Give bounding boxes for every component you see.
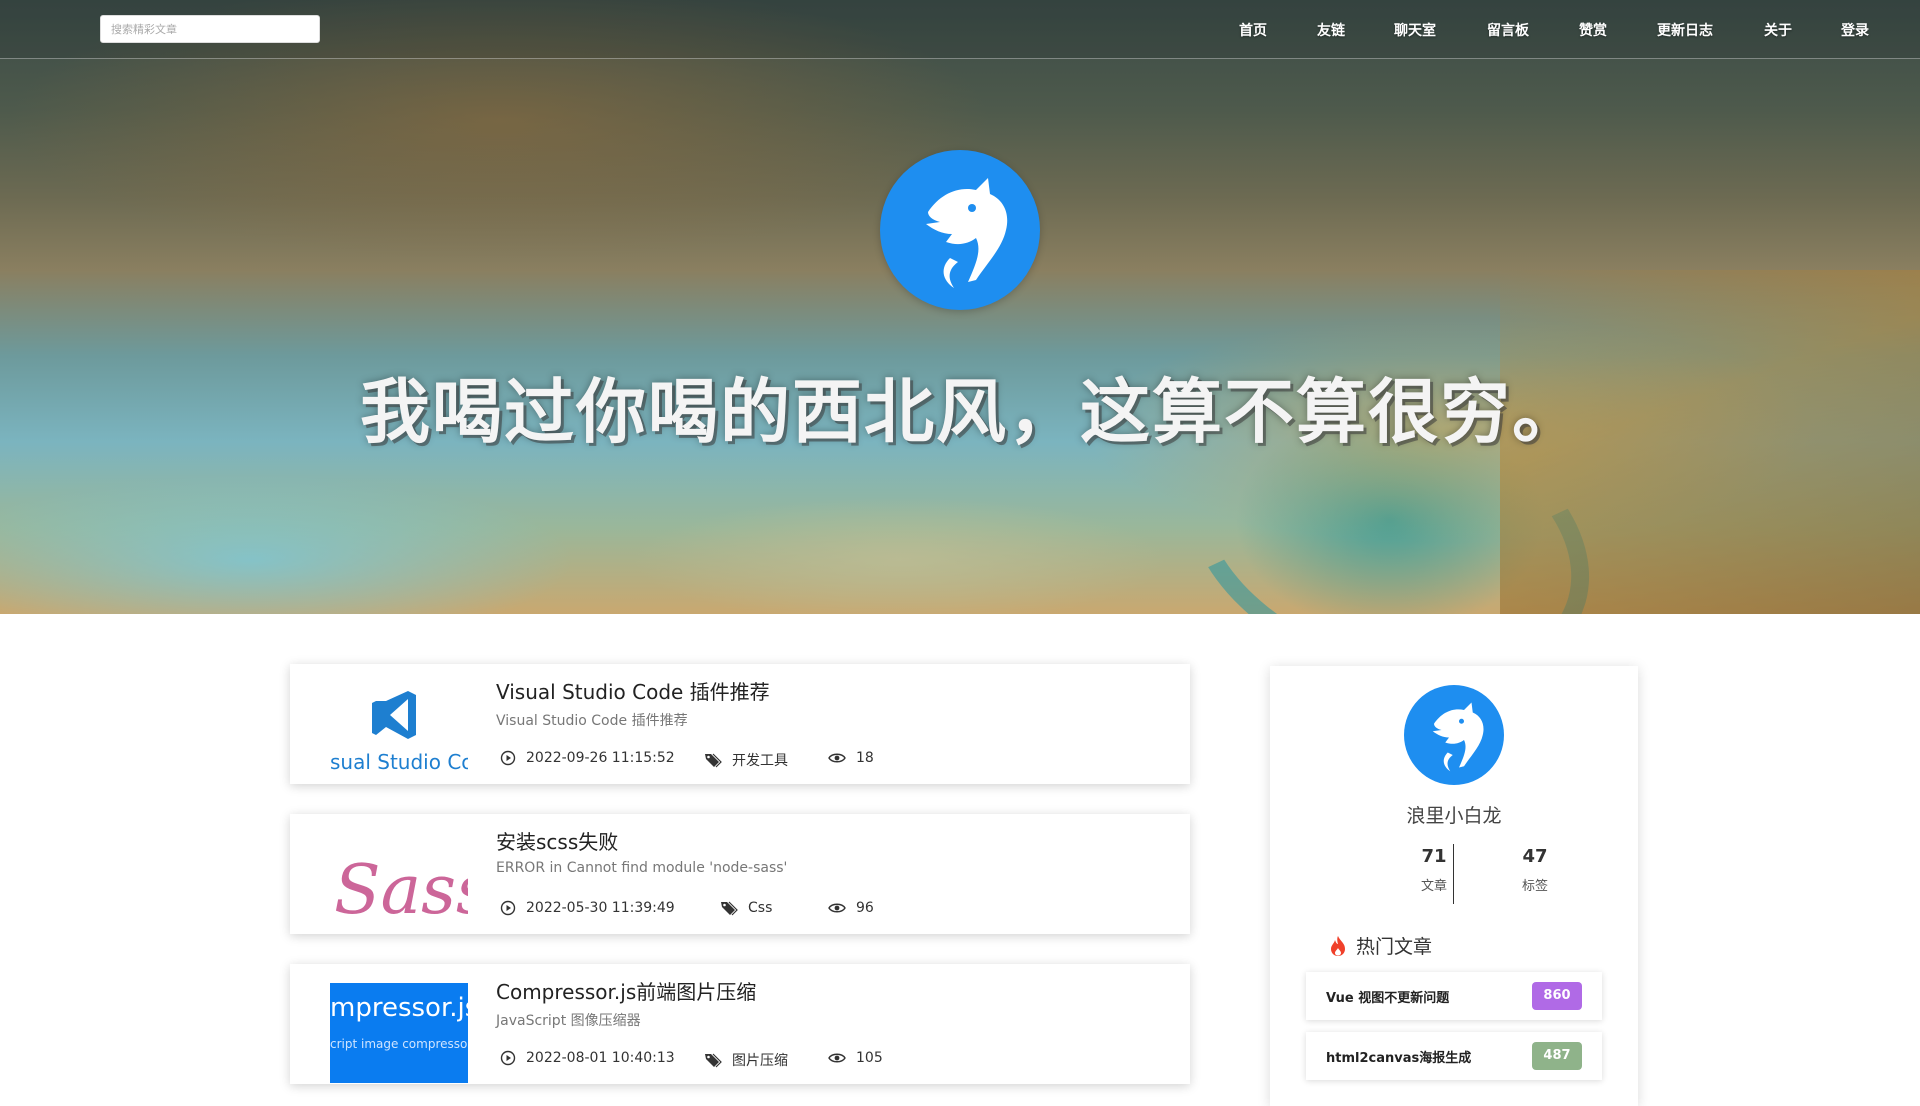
article-tag-text[interactable]: 开发工具 <box>732 750 788 770</box>
eye-icon <box>828 753 846 763</box>
hot-article-label[interactable]: html2canvas海报生成 <box>1326 1047 1471 1066</box>
article-date: 2022-05-30 11:39:49 <box>500 900 675 916</box>
sass-thumb-text: Sass <box>334 851 468 930</box>
article-date-text: 2022-09-26 11:15:52 <box>526 750 675 766</box>
fire-icon <box>1331 935 1345 956</box>
stat-tags-label: 标签 <box>1521 879 1548 894</box>
nav-login[interactable]: 登录 <box>1841 20 1869 40</box>
clock-play-icon <box>500 900 516 916</box>
article-date: 2022-08-01 10:40:13 <box>500 1050 675 1066</box>
article-date: 2022-09-26 11:15:52 <box>500 750 675 766</box>
stat-articles-label: 文章 <box>1420 879 1447 894</box>
article-date-text: 2022-08-01 10:40:13 <box>526 1050 675 1066</box>
nav-friend-links[interactable]: 友链 <box>1317 20 1345 40</box>
hero-slogan: 我喝过你喝的西北风，这算不算很穷。 <box>360 371 1584 453</box>
avatar[interactable] <box>1404 685 1504 785</box>
article-tag[interactable]: 开发工具 <box>704 750 788 770</box>
article-card[interactable]: sual Studio Coc Visual Studio Code 插件推荐 … <box>290 664 1190 784</box>
nav-chatroom[interactable]: 聊天室 <box>1394 20 1436 40</box>
nav-message-board[interactable]: 留言板 <box>1487 20 1529 40</box>
hot-article-item[interactable]: html2canvas海报生成 487 <box>1306 1032 1602 1080</box>
article-title[interactable]: Compressor.js前端图片压缩 <box>496 976 756 1005</box>
hot-article-label[interactable]: Vue 视图不更新问题 <box>1326 987 1449 1006</box>
article-card[interactable]: mpressor.js cript image compressor Compr… <box>290 964 1190 1084</box>
nav-changelog[interactable]: 更新日志 <box>1657 20 1713 40</box>
stat-articles-count: 71 <box>1421 846 1447 867</box>
tag-icon <box>721 901 738 916</box>
vscode-thumb-text: sual Studio Coc <box>330 750 468 774</box>
compressor-thumb-subtitle: cript image compressor <box>330 1037 468 1051</box>
article-title[interactable]: Visual Studio Code 插件推荐 <box>496 676 770 705</box>
article-tag[interactable]: Css <box>720 900 772 916</box>
article-tag[interactable]: 图片压缩 <box>704 1050 788 1070</box>
article-views: 96 <box>828 900 874 916</box>
article-desc: Visual Studio Code 插件推荐 <box>496 713 688 729</box>
article-thumbnail: Sass <box>330 833 468 933</box>
sass-logo-icon: Sass <box>334 851 468 930</box>
tag-icon <box>705 753 722 768</box>
stat-tags[interactable]: 47 标签 <box>1505 846 1565 894</box>
hot-articles-heading: 热门文章 <box>1328 932 1432 959</box>
article-views: 105 <box>828 1050 883 1066</box>
tag-icon <box>705 1053 722 1068</box>
article-title[interactable]: 安装scss失败 <box>496 826 618 855</box>
article-views-text: 105 <box>856 1050 883 1066</box>
nav-about[interactable]: 关于 <box>1764 20 1792 40</box>
hot-article-count-badge: 860 <box>1532 982 1582 1010</box>
hot-articles-title: 热门文章 <box>1356 936 1433 958</box>
search-input[interactable] <box>100 15 320 43</box>
article-tag-text[interactable]: Css <box>748 900 772 916</box>
nav-donate[interactable]: 赞赏 <box>1579 20 1607 40</box>
nav-home[interactable]: 首页 <box>1239 20 1267 40</box>
clock-play-icon <box>500 750 516 766</box>
profile-name: 浪里小白龙 <box>1406 805 1502 827</box>
article-desc: ERROR in Cannot find module 'node-sass' <box>496 860 788 876</box>
article-desc: JavaScript 图像压缩器 <box>496 1013 641 1029</box>
profile-sidebar: 浪里小白龙 71 文章 47 标签 热门文章 Vue 视图不更新问题 860 h… <box>1270 666 1638 1106</box>
hot-article-count-badge: 487 <box>1532 1042 1582 1070</box>
article-thumbnail: sual Studio Coc <box>330 683 468 783</box>
stat-tags-count: 47 <box>1522 846 1548 867</box>
article-tag-text[interactable]: 图片压缩 <box>732 1050 788 1070</box>
article-thumbnail: mpressor.js cript image compressor <box>330 983 468 1083</box>
article-card[interactable]: Sass 安装scss失败 ERROR in Cannot find modul… <box>290 814 1190 934</box>
stat-divider <box>1453 844 1454 904</box>
article-views: 18 <box>828 750 874 766</box>
hot-article-item[interactable]: Vue 视图不更新问题 860 <box>1306 972 1602 1020</box>
article-views-text: 18 <box>856 750 874 766</box>
article-views-text: 96 <box>856 900 874 916</box>
article-date-text: 2022-05-30 11:39:49 <box>526 900 675 916</box>
compressor-thumb-title: mpressor.js <box>330 993 468 1023</box>
clock-play-icon <box>500 1050 516 1066</box>
top-nav: 首页 友链 聊天室 留言板 赞赏 更新日志 关于 登录 <box>0 0 1920 59</box>
dragon-logo-icon <box>880 150 1040 310</box>
eye-icon <box>828 1053 846 1063</box>
eye-icon <box>828 903 846 913</box>
vscode-logo-icon: sual Studio Coc <box>330 691 468 774</box>
dragon-avatar-icon <box>1432 702 1484 772</box>
stat-articles[interactable]: 71 文章 <box>1404 846 1464 894</box>
hero-banner: 我喝过你喝的西北风，这算不算很穷。 <box>0 0 1920 614</box>
